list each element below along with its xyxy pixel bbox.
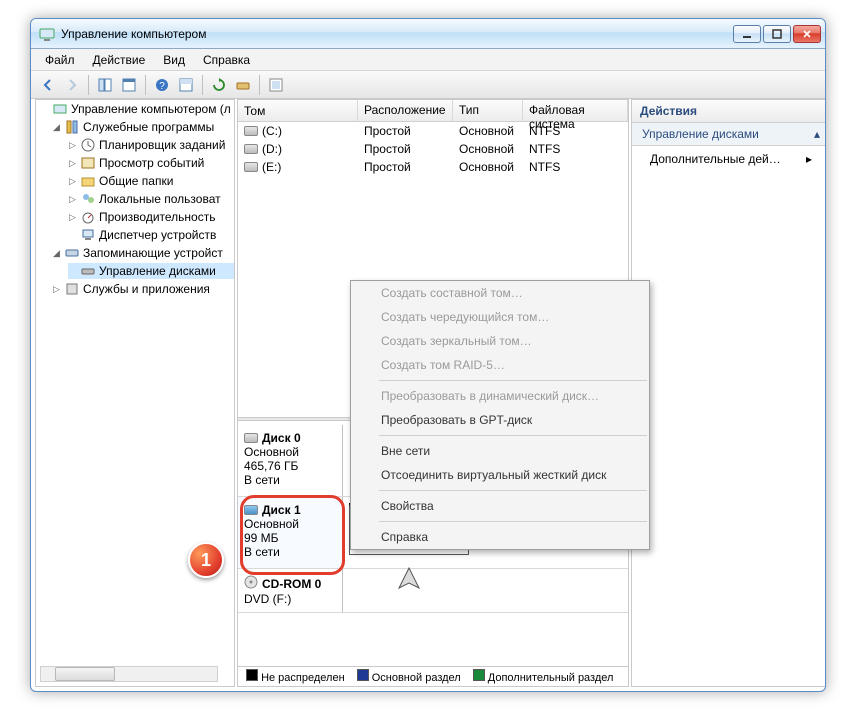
view-top-button[interactable] (175, 74, 197, 96)
ctx-spanned: Создать составной том… (351, 281, 649, 305)
tree-root[interactable]: Управление компьютером (л (40, 101, 234, 117)
volume-header: Том Расположение Тип Файловая система (238, 100, 628, 122)
tree-disk-management[interactable]: Управление дисками (68, 263, 234, 279)
collapse-icon: ▴ (814, 127, 820, 141)
window-title: Управление компьютером (61, 27, 733, 41)
tree-hscrollbar[interactable] (40, 666, 218, 682)
titlebar: Управление компьютером (31, 19, 825, 49)
menubar: Файл Действие Вид Справка (31, 49, 825, 71)
forward-button[interactable] (61, 74, 83, 96)
col-type[interactable]: Тип (453, 100, 523, 121)
tree-system-tools[interactable]: ◢Служебные программы (52, 119, 234, 135)
cdrom-icon (244, 575, 258, 592)
rescan-button[interactable] (232, 74, 254, 96)
menu-action[interactable]: Действие (85, 51, 154, 69)
col-layout[interactable]: Расположение (358, 100, 453, 121)
tree-shared-folders[interactable]: ▷Общие папки (68, 173, 234, 189)
disk-row-cdrom[interactable]: CD-ROM 0 DVD (F:) (238, 569, 628, 613)
actions-more[interactable]: Дополнительные дей…▸ (632, 146, 826, 172)
tree-storage[interactable]: ◢Запоминающие устройст (52, 245, 234, 261)
ctx-offline[interactable]: Вне сети (351, 439, 649, 463)
disk-icon (244, 505, 258, 515)
volume-icon (244, 162, 258, 172)
volume-row[interactable]: (D:) Простой Основной NTFS (238, 140, 628, 158)
menu-view[interactable]: Вид (155, 51, 193, 69)
tree-local-users[interactable]: ▷Локальные пользоват (68, 191, 234, 207)
ctx-mirror: Создать зеркальный том… (351, 329, 649, 353)
menu-help[interactable]: Справка (195, 51, 258, 69)
ctx-properties[interactable]: Свойства (351, 494, 649, 518)
disk-icon (244, 433, 258, 443)
ctx-help[interactable]: Справка (351, 525, 649, 549)
volume-list: (C:) Простой Основной NTFS (D:) Простой … (238, 122, 628, 176)
actions-header: Действия (632, 100, 826, 123)
volume-icon (244, 144, 258, 154)
help-button[interactable]: ? (151, 74, 173, 96)
console-tree: Управление компьютером (л ◢Служебные про… (35, 99, 235, 687)
volume-row[interactable]: (E:) Простой Основной NTFS (238, 158, 628, 176)
actions-pane: Действия Управление дисками▴ Дополнитель… (631, 99, 826, 687)
window-buttons (733, 25, 821, 43)
menu-file[interactable]: Файл (37, 51, 83, 69)
col-fs[interactable]: Файловая система (523, 100, 628, 121)
disk0-header[interactable]: Диск 0 Основной 465,76 ГБ В сети (238, 425, 343, 496)
actions-section[interactable]: Управление дисками▴ (632, 123, 826, 146)
volume-row[interactable]: (C:) Простой Основной NTFS (238, 122, 628, 140)
back-button[interactable] (37, 74, 59, 96)
tree-device-manager[interactable]: Диспетчер устройств (68, 227, 234, 243)
tree-event-viewer[interactable]: ▷Просмотр событий (68, 155, 234, 171)
maximize-button[interactable] (763, 25, 791, 43)
attach-vhd-button[interactable] (265, 74, 287, 96)
tree-services[interactable]: ▷Службы и приложения (52, 281, 234, 297)
cdrom-header[interactable]: CD-ROM 0 DVD (F:) (238, 569, 343, 612)
tree-performance[interactable]: ▷Производительность (68, 209, 234, 225)
legend: Не распределен Основной раздел Дополните… (238, 666, 628, 686)
context-menu: Создать составной том… Создать чередующи… (350, 280, 650, 550)
svg-text:?: ? (159, 81, 165, 92)
ctx-raid5: Создать том RAID-5… (351, 353, 649, 377)
toolbar: ? (31, 71, 825, 99)
minimize-button[interactable] (733, 25, 761, 43)
close-button[interactable] (793, 25, 821, 43)
ctx-detach-vhd[interactable]: Отсоединить виртуальный жесткий диск (351, 463, 649, 487)
chevron-right-icon: ▸ (806, 152, 812, 166)
ctx-striped: Создать чередующийся том… (351, 305, 649, 329)
tree-scheduler[interactable]: ▷Планировщик заданий (68, 137, 234, 153)
app-icon (39, 26, 55, 42)
refresh-button[interactable] (208, 74, 230, 96)
ctx-to-dynamic: Преобразовать в динамический диск… (351, 384, 649, 408)
ctx-to-gpt[interactable]: Преобразовать в GPT-диск (351, 408, 649, 432)
disk1-header[interactable]: Диск 1 Основной 99 МБ В сети (238, 497, 343, 568)
col-volume[interactable]: Том (238, 100, 358, 121)
volume-icon (244, 126, 258, 136)
properties-button[interactable] (118, 74, 140, 96)
show-hide-tree-button[interactable] (94, 74, 116, 96)
